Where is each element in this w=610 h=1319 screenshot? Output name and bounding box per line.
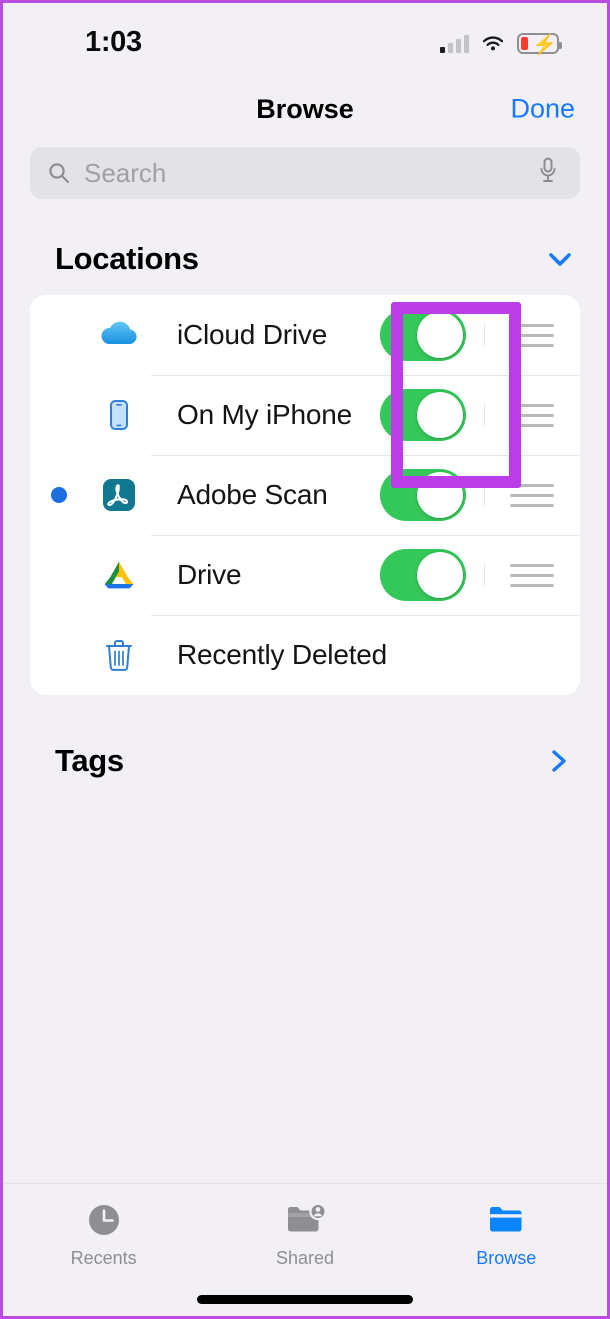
tab-shared[interactable]: Shared bbox=[204, 1198, 405, 1269]
tab-label: Recents bbox=[70, 1248, 137, 1268]
search-icon bbox=[48, 162, 70, 184]
toggle-cell bbox=[362, 469, 484, 521]
row-label: On My iPhone bbox=[177, 399, 353, 430]
search-input[interactable]: Search bbox=[30, 147, 580, 199]
row-separator bbox=[151, 455, 580, 456]
battery-charging-low-icon: ⚡ bbox=[517, 33, 562, 56]
reorder-handle-icon[interactable] bbox=[484, 483, 580, 507]
navigation-bar: Browse Done bbox=[3, 81, 607, 137]
folder-icon bbox=[483, 1198, 529, 1242]
row-label: Drive bbox=[177, 559, 242, 590]
table-row[interactable]: Recently Deleted bbox=[30, 615, 580, 695]
table-row[interactable]: iCloud Drive bbox=[30, 295, 580, 375]
row-separator bbox=[151, 375, 580, 376]
locations-title: Locations bbox=[55, 241, 199, 276]
shared-folder-icon bbox=[282, 1198, 328, 1242]
toggle-on-my-iphone[interactable] bbox=[380, 389, 466, 441]
tab-label: Browse bbox=[476, 1248, 537, 1268]
tags-title: Tags bbox=[55, 743, 124, 778]
cellular-signal-icon bbox=[440, 34, 469, 53]
search-placeholder-text: Search bbox=[84, 157, 167, 188]
table-row[interactable]: Drive bbox=[30, 535, 580, 615]
row-label: Recently Deleted bbox=[177, 639, 388, 670]
clock-icon bbox=[83, 1198, 125, 1242]
microphone-icon[interactable] bbox=[538, 157, 558, 190]
status-bar: 1:03 ⚡ bbox=[3, 3, 607, 81]
row-label: iCloud Drive bbox=[177, 319, 328, 350]
status-bar-indicators: ⚡ bbox=[440, 33, 562, 56]
unread-badge-dot bbox=[30, 487, 87, 503]
tab-browse[interactable]: Browse bbox=[406, 1198, 607, 1269]
adobe-scan-icon bbox=[87, 470, 151, 520]
tab-recents[interactable]: Recents bbox=[3, 1198, 204, 1269]
toggle-drive[interactable] bbox=[380, 549, 466, 601]
google-drive-icon bbox=[87, 550, 151, 600]
status-bar-time: 1:03 bbox=[85, 25, 142, 58]
toggle-adobe-scan[interactable] bbox=[380, 469, 466, 521]
table-row[interactable]: Adobe Scan bbox=[30, 455, 580, 535]
toggle-cell bbox=[362, 549, 484, 601]
tags-section-header[interactable]: Tags bbox=[3, 695, 607, 779]
home-indicator-bar[interactable] bbox=[197, 1295, 413, 1304]
table-row[interactable]: On My iPhone bbox=[30, 375, 580, 455]
row-label: Adobe Scan bbox=[177, 479, 328, 510]
toggle-icloud-drive[interactable] bbox=[380, 309, 466, 361]
reorder-handle-icon[interactable] bbox=[484, 323, 580, 347]
chevron-right-icon[interactable] bbox=[545, 745, 573, 777]
iphone-icon bbox=[87, 390, 151, 440]
reorder-handle-icon[interactable] bbox=[484, 403, 580, 427]
trash-icon bbox=[87, 630, 151, 680]
search-bar-container: Search bbox=[3, 137, 607, 199]
done-button[interactable]: Done bbox=[510, 94, 575, 125]
chevron-down-icon[interactable] bbox=[543, 242, 577, 276]
wifi-icon bbox=[481, 35, 505, 53]
reorder-handle-icon[interactable] bbox=[484, 563, 580, 587]
files-app-screen: 1:03 ⚡ Browse Done Search Locations iClo… bbox=[3, 3, 607, 1316]
row-separator bbox=[151, 615, 580, 616]
page-title: Browse bbox=[256, 93, 354, 124]
toggle-cell bbox=[362, 389, 484, 441]
tab-label: Shared bbox=[275, 1248, 335, 1268]
locations-section-header: Locations bbox=[3, 199, 607, 295]
icloud-drive-icon bbox=[87, 310, 151, 360]
row-separator bbox=[151, 535, 580, 536]
toggle-cell bbox=[362, 309, 484, 361]
tab-bar: Recents Shared Browse bbox=[3, 1183, 607, 1295]
locations-card: iCloud Drive On My iPhone Adobe Scan Dri… bbox=[30, 295, 580, 695]
